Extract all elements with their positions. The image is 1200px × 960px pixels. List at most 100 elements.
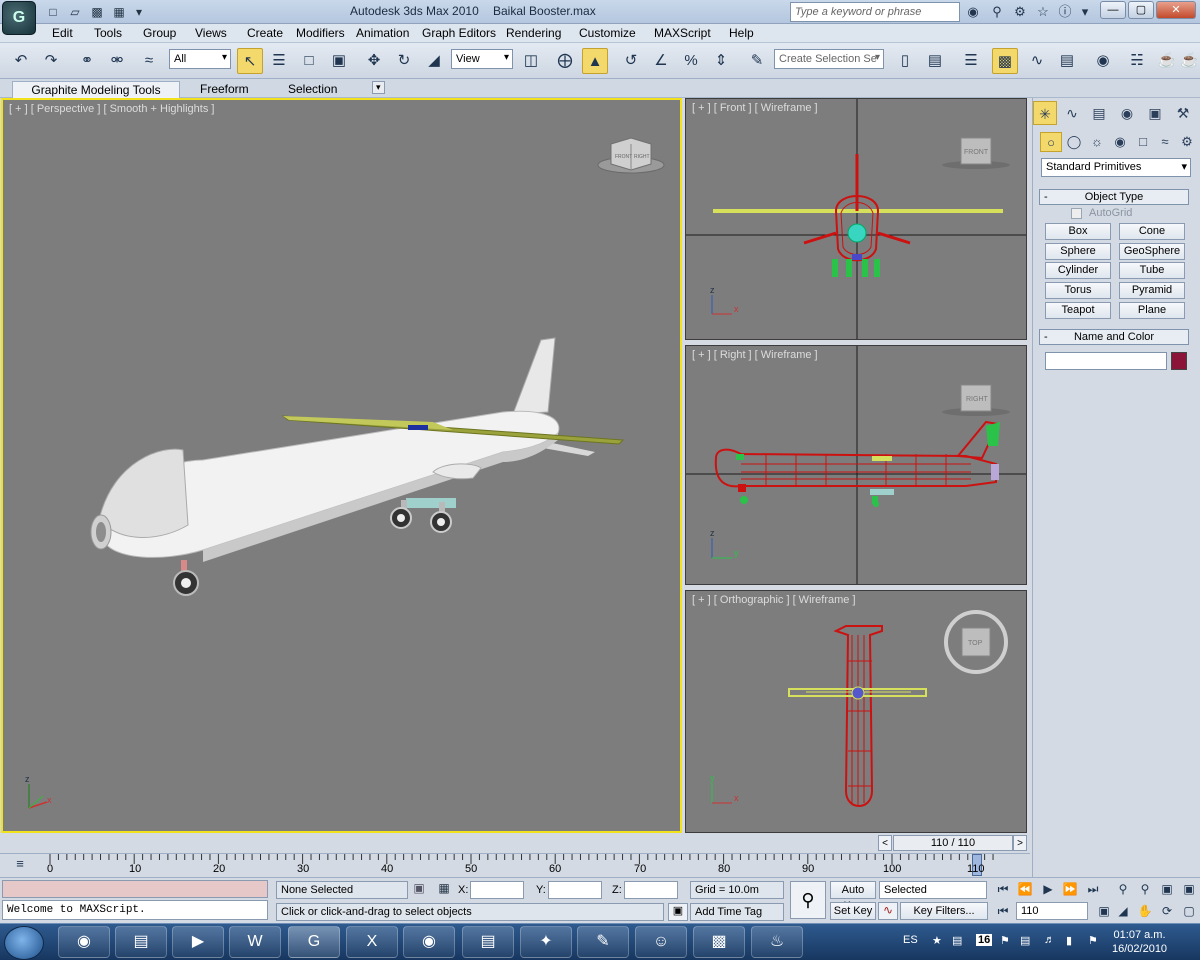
shapes-icon[interactable]: ◯ (1063, 132, 1085, 152)
system-clock[interactable]: 01:07 a.m. 16/02/2010 (1112, 928, 1167, 956)
help-icon[interactable]: ⓘ (1056, 3, 1074, 21)
viewcube-front[interactable]: FRONT (942, 137, 1010, 169)
time-slider[interactable]: 110 / 110 (893, 835, 1013, 851)
modify-tab-icon[interactable]: ∿ (1060, 101, 1084, 125)
angle-snap-icon[interactable]: ∠ (648, 48, 674, 74)
new-file-icon[interactable]: □ (44, 3, 62, 21)
unlink-icon[interactable]: ⚮ (104, 48, 130, 74)
object-name-input[interactable] (1045, 352, 1167, 370)
tube-button[interactable]: Tube (1119, 262, 1185, 279)
tray-battery-icon[interactable]: ▮ (1066, 934, 1072, 947)
viewport-front[interactable]: [ + ] [ Front ] [ Wireframe ] FRONT z x (685, 98, 1027, 340)
cylinder-button[interactable]: Cylinder (1045, 262, 1111, 279)
plane-button[interactable]: Plane (1119, 302, 1185, 319)
excel-icon[interactable]: X (346, 926, 398, 958)
redo-icon[interactable]: ↷ (38, 48, 64, 74)
window-crossing-icon[interactable]: ▣ (326, 48, 352, 74)
menu-help[interactable]: Help (727, 25, 756, 41)
select-and-scale-icon[interactable]: ◢ (421, 48, 447, 74)
absolute-mode-icon[interactable]: ▦ (436, 881, 452, 899)
set-key-button[interactable]: Set Key (830, 902, 876, 920)
auto-key-button[interactable]: Auto Key (830, 881, 876, 912)
spinner-snap-icon[interactable]: ⇕ (708, 48, 734, 74)
orbit-icon[interactable]: ⟳ (1157, 902, 1177, 920)
space-warps-icon[interactable]: ≈ (1154, 132, 1176, 152)
communication-center-icon[interactable]: ⚲ (988, 3, 1006, 21)
rollout-collapse-icon[interactable]: - (1044, 190, 1048, 204)
field-of-view-icon[interactable]: ◢ (1113, 902, 1133, 920)
percent-snap-icon[interactable]: % (678, 48, 704, 74)
zoom-extents-icon[interactable]: ▣ (1157, 880, 1177, 898)
airplane-front-wireframe[interactable] (713, 154, 1003, 277)
open-file-icon[interactable]: ▱ (66, 3, 84, 21)
x-coord-field[interactable] (470, 881, 524, 899)
maximize-button[interactable]: ▢ (1128, 1, 1154, 19)
volume-icon[interactable]: ♬ (1044, 934, 1055, 946)
menu-customize[interactable]: Customize (577, 25, 638, 41)
object-color-swatch[interactable] (1171, 352, 1187, 370)
network-folder-icon[interactable]: ▤ (462, 926, 514, 958)
save-file-icon[interactable]: ▩ (88, 3, 106, 21)
zoom-icon[interactable]: ⚲ (1113, 880, 1133, 898)
start-button[interactable] (4, 926, 44, 960)
time-configuration-icon[interactable]: ▣ (1094, 902, 1114, 920)
schematic-view-icon[interactable]: ▤ (1054, 48, 1080, 74)
geosphere-button[interactable]: GeoSphere (1119, 243, 1185, 260)
viewcube-top[interactable]: TOP (944, 610, 1008, 674)
maxscript-output[interactable]: Welcome to MAXScript. (2, 900, 268, 920)
3dsmax-taskbar-icon[interactable]: G (288, 926, 340, 958)
time-slider-prev-icon[interactable]: < (878, 835, 892, 851)
motion-tab-icon[interactable]: ◉ (1115, 101, 1139, 125)
render-frame-icon[interactable]: ☕ (1154, 48, 1180, 74)
menu-modifiers[interactable]: Modifiers (294, 25, 347, 41)
render-production-icon[interactable]: ☕ (1180, 48, 1199, 74)
pan-view-icon[interactable]: ✋ (1135, 902, 1155, 920)
snaps-toggle-icon[interactable]: ↺ (618, 48, 644, 74)
bind-space-warp-icon[interactable]: ≈ (136, 48, 162, 74)
go-to-start-icon[interactable]: ⏮ (993, 880, 1013, 898)
material-editor-icon[interactable]: ◉ (1090, 48, 1116, 74)
viewport-orthographic[interactable]: [ + ] [ Orthographic ] [ Wireframe ] TOP (685, 590, 1027, 833)
key-mode-toggle-icon[interactable]: ⏮ (993, 902, 1013, 920)
viewcube-perspective[interactable]: FRONT RIGHT (597, 137, 665, 174)
bluetooth-icon[interactable]: ★ (932, 934, 942, 947)
zoom-extents-all-icon[interactable]: ▣ (1179, 880, 1199, 898)
firefox-icon[interactable]: ◉ (58, 926, 110, 958)
chrome-icon[interactable]: ◉ (403, 926, 455, 958)
play-icon[interactable]: ▶ (1038, 880, 1058, 898)
helpers-icon[interactable]: □ (1132, 132, 1154, 152)
rollout-object-type[interactable]: - Object Type (1039, 189, 1189, 205)
next-frame-icon[interactable]: ⏩ (1060, 880, 1080, 898)
layer-manager-icon[interactable]: ☰ (958, 48, 984, 74)
project-folder-icon[interactable]: ▦ (110, 3, 128, 21)
paint-palette-icon[interactable]: ♨ (751, 926, 803, 958)
align-icon[interactable]: ▤ (922, 48, 948, 74)
binoculars-icon[interactable]: ◉ (964, 3, 982, 21)
paint-icon[interactable]: ✎ (577, 926, 629, 958)
mini-curve-editor-icon[interactable]: ≡ (10, 856, 30, 874)
cameras-icon[interactable]: ◉ (1109, 132, 1131, 152)
track-bar[interactable]: ≡ 0 10 20 30 40 50 60 70 80 90 100 110 (0, 853, 1030, 877)
create-tab-icon[interactable]: ✳ (1033, 101, 1057, 125)
default-tangents-icon[interactable]: ∿ (878, 902, 898, 920)
viewcube-right[interactable]: RIGHT (942, 384, 1010, 416)
box-button[interactable]: Box (1045, 223, 1111, 240)
named-selection-sets-dropdown[interactable]: Create Selection Se (774, 49, 884, 69)
maximize-viewport-icon[interactable]: ▢ (1179, 902, 1199, 920)
hierarchy-tab-icon[interactable]: ▤ (1087, 101, 1111, 125)
teapot-button[interactable]: Teapot (1045, 302, 1111, 319)
flash-icon[interactable]: ✦ (520, 926, 572, 958)
systems-icon[interactable]: ⚙ (1176, 132, 1198, 152)
cone-button[interactable]: Cone (1119, 223, 1185, 240)
viewport-right[interactable]: [ + ] [ Right ] [ Wireframe ] RIGHT z y (685, 345, 1027, 585)
edit-named-selection-icon[interactable]: ✎ (744, 48, 770, 74)
maxscript-listener-input[interactable] (2, 880, 268, 898)
y-coord-field[interactable] (548, 881, 602, 899)
render-setup-icon[interactable]: ☵ (1124, 48, 1150, 74)
sphere-button[interactable]: Sphere (1045, 243, 1111, 260)
help-dropdown-icon[interactable]: ▾ (1076, 3, 1094, 21)
graphite-toggle-icon[interactable]: ▩ (992, 48, 1018, 74)
ribbon-options-dropdown-icon[interactable]: ▾ (372, 81, 385, 94)
explorer-icon[interactable]: ▤ (115, 926, 167, 958)
airplane-side-wireframe[interactable] (714, 420, 1000, 507)
